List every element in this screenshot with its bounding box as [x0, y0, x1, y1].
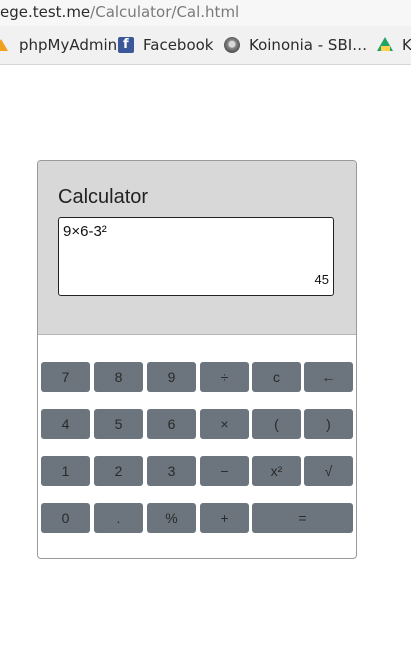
key-5[interactable]: 5 [94, 409, 143, 439]
address-bar[interactable]: ege.test.me/Calculator/Cal.html [0, 0, 411, 26]
percent-button[interactable]: % [147, 503, 196, 533]
key-3[interactable]: 3 [147, 456, 196, 486]
key-4[interactable]: 4 [41, 409, 90, 439]
sqrt-button[interactable]: √ [304, 456, 353, 486]
key-0[interactable]: 0 [41, 503, 90, 533]
facebook-icon [118, 36, 134, 54]
koinonia-icon [224, 37, 240, 53]
bookmark-koinonia[interactable]: Koinonia - SBI… [224, 26, 367, 64]
bookmark-label: Facebook [143, 36, 214, 54]
phpmyadmin-icon [0, 37, 10, 53]
multiply-button[interactable]: × [200, 409, 249, 439]
key-7[interactable]: 7 [41, 362, 90, 392]
bookmark-label: phpMyAdmin [19, 36, 118, 54]
key-9[interactable]: 9 [147, 362, 196, 392]
clear-button[interactable]: c [252, 362, 301, 392]
bookmark-phpmyadmin[interactable]: phpMyAdmin [0, 26, 117, 64]
left-paren-button[interactable]: ( [252, 409, 301, 439]
backspace-button[interactable]: ← [304, 362, 353, 392]
right-paren-button[interactable]: ) [304, 409, 353, 439]
calculator-title: Calculator [58, 186, 149, 208]
bookmark-label: K [402, 36, 411, 54]
equals-button[interactable]: = [252, 503, 353, 533]
minus-button[interactable]: − [200, 456, 249, 486]
calculator-header: Calculator 9×6-3² 45 [38, 161, 356, 335]
divide-button[interactable]: ÷ [200, 362, 249, 392]
key-8[interactable]: 8 [94, 362, 143, 392]
bookmark-drive[interactable]: K [377, 26, 411, 64]
bookmarks-bar: phpMyAdmin Facebook Koinonia - SBI… K [0, 26, 411, 65]
bookmark-facebook[interactable]: Facebook [118, 26, 213, 64]
url-path: /Calculator/Cal.html [90, 3, 240, 21]
plus-button[interactable]: + [200, 503, 249, 533]
result-text: 45 [314, 272, 329, 287]
calculator-panel: Calculator 9×6-3² 45 7 8 9 ÷ c ← 4 5 6 ×… [37, 160, 357, 559]
key-6[interactable]: 6 [147, 409, 196, 439]
url-host: ege.test.me [0, 3, 91, 21]
decimal-button[interactable]: . [94, 503, 143, 533]
google-drive-icon [377, 37, 393, 53]
calculator-display[interactable]: 9×6-3² 45 [58, 217, 334, 296]
square-button[interactable]: x² [252, 456, 301, 486]
key-2[interactable]: 2 [94, 456, 143, 486]
expression-text: 9×6-3² [63, 223, 107, 240]
bookmark-label: Koinonia - SBI… [249, 36, 368, 54]
key-1[interactable]: 1 [41, 456, 90, 486]
